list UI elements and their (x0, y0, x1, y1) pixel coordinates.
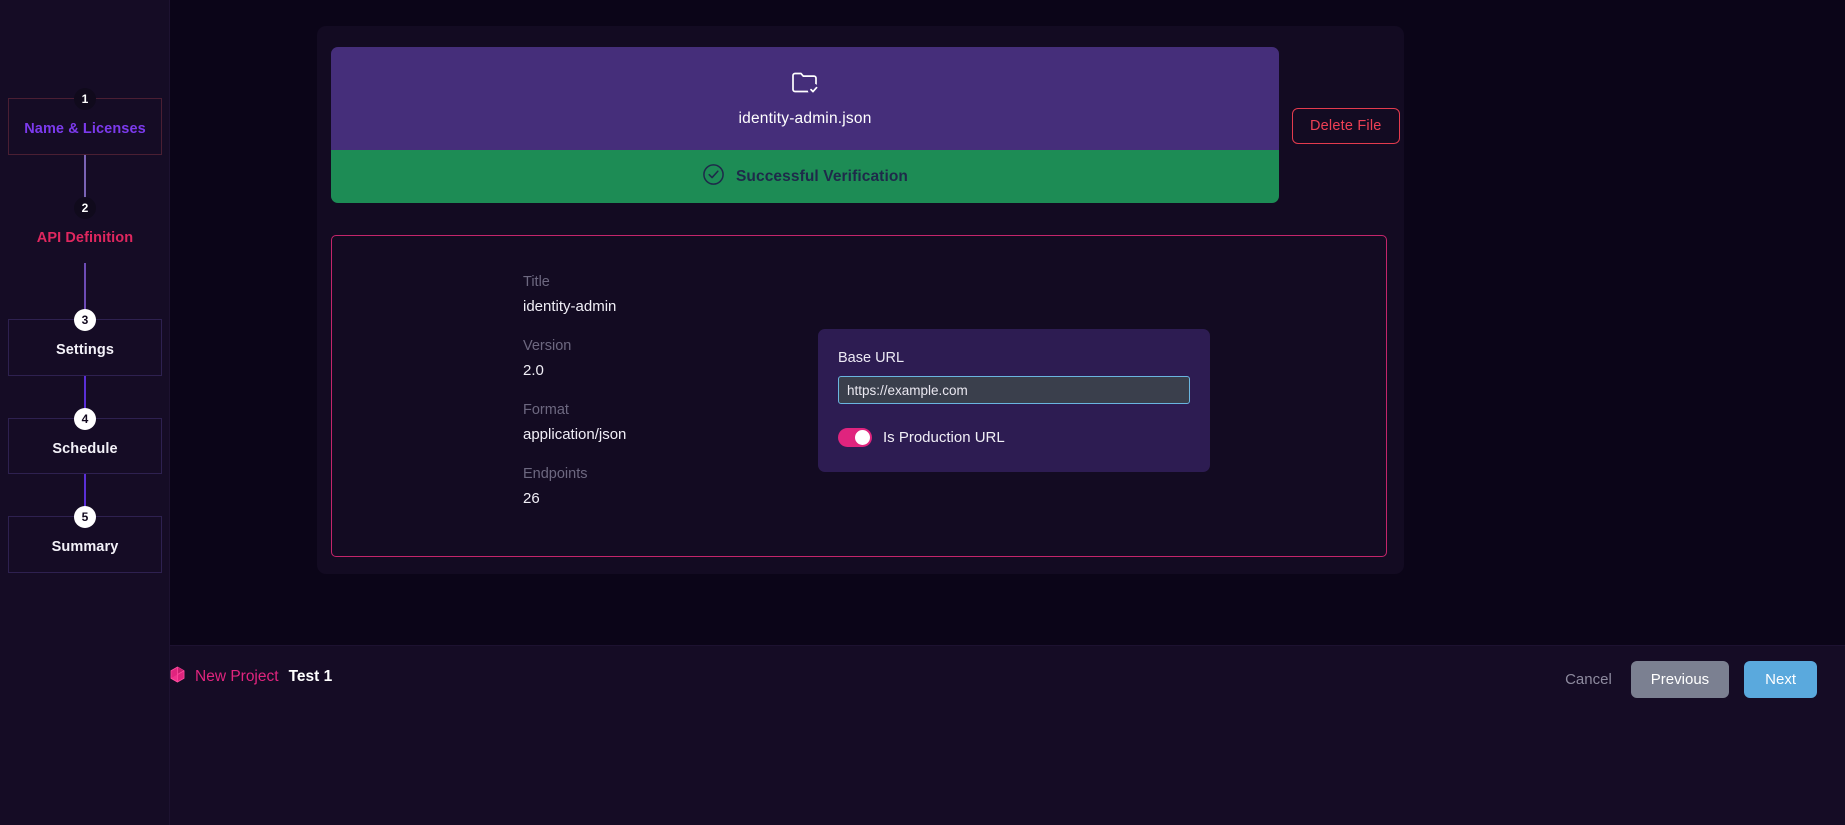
step-1-box[interactable]: 1 Name & Licenses (8, 98, 162, 155)
next-button[interactable]: Next (1744, 661, 1817, 698)
step-3-box[interactable]: 3 Settings (8, 319, 162, 376)
is-production-url-label: Is Production URL (883, 429, 1005, 446)
metadata-label: Endpoints (523, 466, 626, 482)
wizard-action-buttons: Cancel Previous Next (1561, 661, 1817, 698)
metadata-field-endpoints: Endpoints 26 (523, 466, 626, 507)
metadata-label: Title (523, 274, 626, 290)
project-name-label: Test 1 (289, 668, 333, 686)
metadata-label: Format (523, 402, 626, 418)
api-metadata-card: Title identity-admin Version 2.0 Format … (331, 235, 1387, 557)
sidebar-step-name-licenses[interactable]: 1 Name & Licenses (0, 98, 170, 155)
metadata-field-version: Version 2.0 (523, 338, 626, 379)
step-5-label: Summary (13, 535, 157, 556)
cancel-button[interactable]: Cancel (1561, 663, 1616, 696)
wizard-sidebar: 1 Name & Licenses 2 API Definition 3 Set… (0, 0, 170, 825)
metadata-field-list: Title identity-admin Version 2.0 Format … (523, 274, 626, 507)
base-url-label: Base URL (838, 350, 1190, 366)
step-1-label: Name & Licenses (13, 117, 157, 138)
base-url-panel: Base URL Is Production URL (818, 329, 1210, 472)
delete-file-button[interactable]: Delete File (1292, 108, 1400, 144)
stepper: 1 Name & Licenses 2 API Definition 3 Set… (0, 98, 170, 573)
verification-status-text: Successful Verification (736, 168, 908, 186)
step-3-label: Settings (13, 338, 157, 359)
previous-button[interactable]: Previous (1631, 661, 1729, 698)
metadata-field-title: Title identity-admin (523, 274, 626, 315)
step-5-badge: 5 (74, 506, 96, 528)
folder-check-icon (790, 70, 820, 101)
uploaded-file-card: identity-admin.json Successful Verificat… (331, 47, 1279, 203)
cube-icon (170, 666, 185, 688)
sidebar-step-settings[interactable]: 3 Settings (0, 319, 170, 376)
uploaded-file-name: identity-admin.json (738, 110, 871, 128)
project-info: New Project Test 1 (170, 666, 332, 688)
step-4-label: Schedule (13, 437, 157, 458)
step-2-badge: 2 (74, 197, 96, 219)
wizard-screen: 1 Name & Licenses 2 API Definition 3 Set… (0, 0, 1845, 825)
is-production-url-toggle[interactable] (838, 428, 872, 447)
step-2-box[interactable]: 2 API Definition (8, 207, 162, 264)
metadata-value: 26 (523, 490, 626, 507)
project-kind-label: New Project (195, 668, 279, 686)
base-url-input[interactable] (838, 376, 1190, 404)
sidebar-step-summary[interactable]: 5 Summary (0, 516, 170, 573)
step-1-badge: 1 (74, 88, 96, 110)
verification-status-bar: Successful Verification (331, 150, 1279, 203)
sidebar-step-schedule[interactable]: 4 Schedule (0, 418, 170, 475)
metadata-value: 2.0 (523, 362, 626, 379)
step-3-badge: 3 (74, 309, 96, 331)
sidebar-step-api-definition[interactable]: 2 API Definition (0, 207, 170, 264)
metadata-label: Version (523, 338, 626, 354)
file-card-header: identity-admin.json (331, 47, 1279, 150)
metadata-value: application/json (523, 426, 626, 443)
metadata-field-format: Format application/json (523, 402, 626, 443)
wizard-footer: New Project Test 1 Cancel Previous Next (170, 645, 1845, 825)
metadata-value: identity-admin (523, 298, 626, 315)
step-4-box[interactable]: 4 Schedule (8, 418, 162, 475)
main-content-panel: identity-admin.json Successful Verificat… (317, 26, 1404, 574)
step-4-badge: 4 (74, 408, 96, 430)
check-circle-icon (702, 163, 725, 191)
step-5-box[interactable]: 5 Summary (8, 516, 162, 573)
production-url-toggle-row[interactable]: Is Production URL (838, 428, 1190, 447)
step-2-label: API Definition (13, 226, 157, 247)
